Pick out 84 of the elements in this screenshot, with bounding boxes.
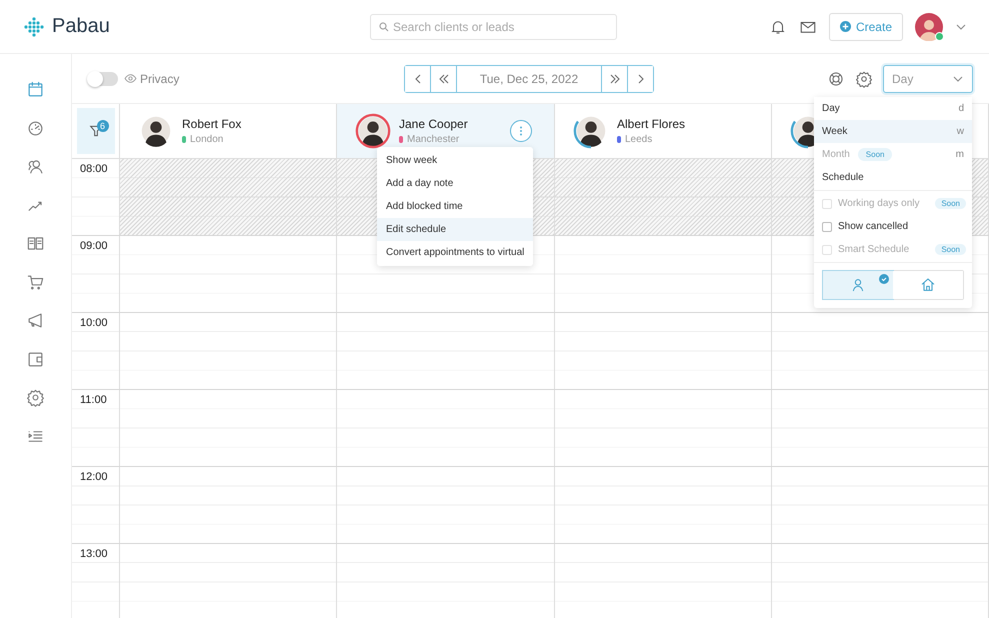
shortcut-key: d (958, 103, 964, 114)
more-button[interactable] (510, 120, 532, 142)
time-label: 08:00 (72, 159, 120, 235)
privacy-label: Privacy (140, 72, 180, 86)
privacy-toggle[interactable] (88, 72, 118, 86)
time-slot[interactable] (555, 467, 772, 543)
time-slot[interactable] (337, 390, 555, 466)
count-badge: 6 (96, 120, 108, 132)
help-icon[interactable] (827, 70, 845, 88)
settings-icon (855, 70, 873, 88)
time-slot[interactable] (555, 390, 772, 466)
time-slot[interactable] (772, 390, 989, 466)
calendar-icon (26, 80, 45, 99)
cart-icon (26, 272, 45, 292)
person-mode-button[interactable] (823, 271, 893, 299)
eye-icon (124, 72, 137, 85)
option-label: Smart Schedule (838, 244, 910, 255)
time-slot[interactable] (555, 313, 772, 389)
avatar (355, 113, 391, 149)
view-option[interactable]: Week w (814, 120, 972, 143)
time-slot[interactable] (120, 544, 337, 618)
view-option[interactable]: Day d (814, 97, 972, 120)
time-slot[interactable] (120, 313, 337, 389)
blocked-time-slot[interactable] (555, 159, 772, 235)
previous-button[interactable] (405, 66, 431, 92)
wallet-icon (26, 350, 45, 368)
home-icon (920, 277, 936, 293)
plus-icon (840, 21, 851, 32)
shortcut-key: m (956, 149, 964, 160)
time-label: 10:00 (72, 313, 120, 389)
time-slot[interactable] (555, 544, 772, 618)
date-label: Tue, Dec 25, 2022 (478, 70, 580, 88)
double-chevron-right-icon (608, 72, 620, 84)
shortcut-key: w (956, 126, 964, 137)
time-slot[interactable] (772, 313, 989, 389)
settings-icon (26, 388, 45, 407)
time-label: 09:00 (72, 236, 120, 312)
menu-item[interactable]: Edit schedule (377, 218, 533, 241)
soon-badge: Soon (858, 148, 892, 161)
staff-name: Jane Cooper (399, 117, 468, 131)
time-slot[interactable] (772, 544, 989, 618)
time-label: 13:00 (72, 544, 120, 618)
staff-name: Albert Flores (617, 117, 686, 131)
staff-location: Manchester (407, 134, 460, 145)
double-chevron-left-icon (438, 72, 450, 84)
time-slot[interactable] (120, 236, 337, 312)
time-label: 11:00 (72, 390, 120, 466)
check-icon (879, 274, 889, 284)
option-label: Working days only (838, 198, 920, 209)
time-label: 12:00 (72, 467, 120, 543)
logo-icon (22, 14, 46, 38)
search-field[interactable]: Search clients or leads (370, 14, 617, 40)
menu-item[interactable]: Add a day note (377, 172, 533, 195)
person-icon (850, 277, 866, 293)
time-slot[interactable] (120, 467, 337, 543)
nav-button[interactable] (26, 118, 45, 138)
time-slot[interactable] (337, 313, 555, 389)
menu-item[interactable]: Convert appointments to virtual (377, 241, 533, 264)
nav-button[interactable] (26, 350, 45, 368)
staff-location: London (190, 134, 224, 145)
time-slot[interactable] (337, 467, 555, 543)
blocked-time-slot[interactable] (120, 159, 337, 235)
gauge-icon (26, 118, 45, 138)
time-slot[interactable] (337, 544, 555, 618)
nav-button[interactable] (26, 272, 45, 292)
menu-item[interactable]: Show week (377, 149, 533, 172)
soon-badge: Soon (935, 198, 966, 209)
option-label: Show cancelled (838, 221, 908, 232)
time-slot[interactable] (120, 390, 337, 466)
time-slot[interactable] (772, 467, 989, 543)
staff-name: Robert Fox (182, 117, 242, 131)
menu-item[interactable]: Add blocked time (377, 195, 533, 218)
brand-name: Pabau (52, 15, 110, 38)
time-slot[interactable] (555, 236, 772, 312)
next-button[interactable] (627, 66, 653, 92)
nav-button[interactable] (26, 388, 45, 407)
view-option[interactable]: Schedule (814, 166, 972, 189)
checkbox[interactable] (822, 222, 832, 232)
soon-badge: Soon (935, 244, 966, 255)
nav-button[interactable] (26, 80, 45, 99)
home-mode-button[interactable] (893, 271, 963, 299)
staff-location: Leeds (625, 134, 652, 145)
search-icon (378, 20, 390, 32)
user-avatar[interactable] (915, 12, 943, 40)
